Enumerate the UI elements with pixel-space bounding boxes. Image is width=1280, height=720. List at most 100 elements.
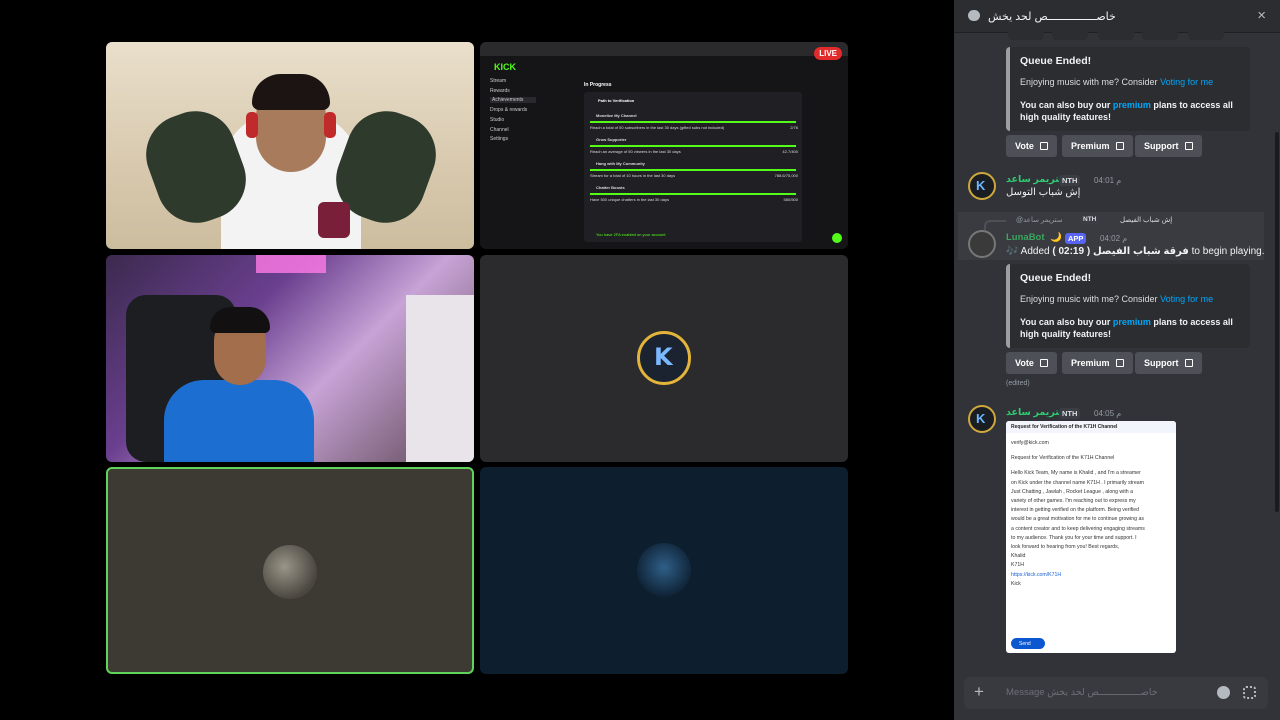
emoji-icon[interactable] bbox=[1217, 686, 1230, 699]
embed-title: Queue Ended! bbox=[1020, 55, 1092, 67]
vote-link[interactable]: Voting for me bbox=[1160, 77, 1213, 87]
message-toolbar-button[interactable] bbox=[1052, 26, 1088, 40]
song-title: ( 02:19 ) فرقة شباب الفيصل bbox=[1052, 246, 1189, 257]
support-label: Support bbox=[1144, 141, 1179, 151]
support-label: Support bbox=[1144, 358, 1179, 368]
goal-bar-4 bbox=[590, 193, 796, 195]
embed-text: You can also buy our bbox=[1020, 100, 1113, 110]
goal-desc-1: Reach a total of 50 subscribers in the l… bbox=[590, 125, 725, 130]
embed-premium-line: You can also buy our premium plans to ac… bbox=[1020, 316, 1240, 340]
premium-button[interactable]: Premium bbox=[1062, 352, 1133, 374]
thread-icon bbox=[968, 10, 980, 21]
external-link-icon bbox=[1184, 359, 1193, 367]
panel-section-title: Path to Verification bbox=[598, 98, 635, 103]
embed-text: Enjoying music with me? Consider bbox=[1020, 294, 1161, 304]
goal-bar-3 bbox=[590, 169, 796, 171]
message-toolbar-button[interactable] bbox=[1188, 26, 1224, 40]
avatar[interactable]: K bbox=[968, 172, 996, 200]
reply-username[interactable]: @ستريمر ساعد bbox=[1016, 216, 1063, 224]
message-input[interactable]: Message خاصـــــــــــــــص لحد يخش bbox=[1006, 687, 1158, 698]
message-toolbar-button[interactable] bbox=[1008, 26, 1044, 40]
vote-link[interactable]: Voting for me bbox=[1160, 294, 1213, 304]
message-toolbar-button[interactable] bbox=[1142, 26, 1178, 40]
screen-share-tile[interactable]: LIVE KICK Stream Rewards Achievements Dr… bbox=[480, 42, 848, 249]
external-link-icon bbox=[1039, 142, 1048, 150]
close-icon[interactable]: × bbox=[1257, 7, 1266, 24]
dash-nav-studio[interactable]: Studio bbox=[490, 117, 504, 123]
bot-message-text: 🎶 Added ( 02:19 ) فرقة شباب الفيصل to be… bbox=[1006, 246, 1264, 257]
dash-nav-channel[interactable]: Channel bbox=[490, 127, 509, 133]
message-composer[interactable]: + Message خاصـــــــــــــــص لحد يخش bbox=[964, 677, 1268, 709]
goal-desc-2: Reach an average of 50 viewers in the la… bbox=[590, 149, 681, 154]
queue-ended-embed: Queue Ended! Enjoying music with me? Con… bbox=[1006, 47, 1250, 131]
guild-tag: NTH bbox=[1059, 408, 1081, 419]
email-subject: Request for Verification of the K71H Cha… bbox=[1011, 455, 1115, 462]
premium-link[interactable]: premium bbox=[1113, 317, 1151, 327]
browser-tab-bar bbox=[480, 42, 848, 56]
dash-nav-achievements[interactable]: Achievements bbox=[490, 97, 536, 103]
email-body-link: https://kick.com/K71H bbox=[1011, 571, 1062, 578]
external-link-icon bbox=[1115, 359, 1124, 367]
bot-username[interactable]: LunaBot bbox=[1006, 232, 1045, 243]
add-attachment-icon[interactable]: + bbox=[974, 682, 984, 702]
verification-panel: Path to Verification Monetize My Channel… bbox=[584, 92, 802, 242]
vote-label: Vote bbox=[1015, 141, 1034, 151]
status-dot-icon bbox=[832, 233, 842, 243]
avatar[interactable] bbox=[968, 230, 996, 258]
guild-tag: NTH bbox=[1059, 175, 1081, 186]
message-toolbar-button[interactable] bbox=[1098, 26, 1134, 40]
progress-heading: In Progress bbox=[584, 82, 612, 88]
video-call-stage: LIVE KICK Stream Rewards Achievements Dr… bbox=[0, 0, 954, 720]
embed-premium-line: You can also buy our premium plans to ac… bbox=[1020, 99, 1240, 123]
premium-link[interactable]: premium bbox=[1113, 100, 1151, 110]
premium-button[interactable]: Premium bbox=[1062, 135, 1133, 157]
email-screenshot-attachment[interactable]: Request for Verification of the K71H Cha… bbox=[1006, 421, 1176, 653]
goal-title-1: Monetize My Channel bbox=[596, 113, 637, 118]
goal-bar-1 bbox=[590, 121, 796, 123]
vote-button[interactable]: Vote bbox=[1006, 135, 1057, 157]
dash-nav-settings[interactable]: Settings bbox=[490, 136, 508, 142]
participant-tile-3[interactable] bbox=[106, 255, 474, 462]
dash-nav-rewards[interactable]: Rewards bbox=[490, 88, 510, 94]
participant-tile-4[interactable]: K bbox=[480, 255, 848, 462]
email-body-line: interest in getting verified on the plat… bbox=[1011, 507, 1140, 514]
external-link-icon bbox=[1115, 142, 1124, 150]
participant-tile-5-speaking[interactable] bbox=[106, 467, 474, 674]
participant-avatar-5 bbox=[263, 545, 317, 599]
participant-tile-1[interactable] bbox=[106, 42, 474, 249]
email-to: verify@kick.com bbox=[1011, 440, 1049, 446]
reply-preview-text: إش شباب الفيصل bbox=[1120, 217, 1173, 224]
email-body-line: Khalid bbox=[1011, 553, 1026, 560]
message-text: 🎶 Added bbox=[1006, 246, 1053, 257]
moon-icon: 🌙 bbox=[1050, 232, 1062, 243]
embed-text: Enjoying music with me? Consider bbox=[1020, 77, 1161, 87]
app-tag: APP bbox=[1065, 233, 1087, 244]
external-link-icon bbox=[1039, 359, 1048, 367]
dash-nav-stream[interactable]: Stream bbox=[490, 78, 506, 84]
premium-label: Premium bbox=[1071, 141, 1110, 151]
email-body-line: a content creator and to keep delivering… bbox=[1011, 525, 1145, 532]
chat-scrollbar[interactable] bbox=[1275, 132, 1279, 512]
goal-value-1: 2/76 bbox=[790, 125, 798, 130]
avatar[interactable]: K bbox=[968, 405, 996, 433]
vote-button[interactable]: Vote bbox=[1006, 352, 1057, 374]
support-button[interactable]: Support bbox=[1135, 135, 1202, 157]
participant-tile-6[interactable] bbox=[480, 467, 848, 674]
email-body-line: Hello Kick Team, My name is Khalid , and… bbox=[1011, 470, 1141, 477]
email-body-line: Kick bbox=[1011, 580, 1021, 587]
participant-video-1 bbox=[106, 42, 474, 249]
email-body-line: Just Chatting , Jawlah , Rocket League ,… bbox=[1011, 488, 1133, 495]
reply-guild-tag: NTH bbox=[1080, 215, 1100, 224]
thread-title: خاصـــــــــــــــص لحد يخش bbox=[988, 11, 1116, 23]
goal-title-2: Grow Supporter bbox=[596, 137, 627, 142]
support-button[interactable]: Support bbox=[1135, 352, 1202, 374]
participant-avatar-k71h: K bbox=[637, 331, 691, 385]
edited-label: (edited) bbox=[1006, 380, 1030, 387]
email-send-button: Send bbox=[1011, 638, 1045, 649]
dash-nav-drops[interactable]: Drops & rewards bbox=[490, 107, 527, 113]
email-subject-header: Request for Verification of the K71H Cha… bbox=[1006, 421, 1176, 433]
embed-title: Queue Ended! bbox=[1020, 272, 1092, 284]
goal-bar-2 bbox=[590, 145, 796, 147]
apps-icon[interactable] bbox=[1243, 686, 1256, 699]
vote-label: Vote bbox=[1015, 358, 1034, 368]
